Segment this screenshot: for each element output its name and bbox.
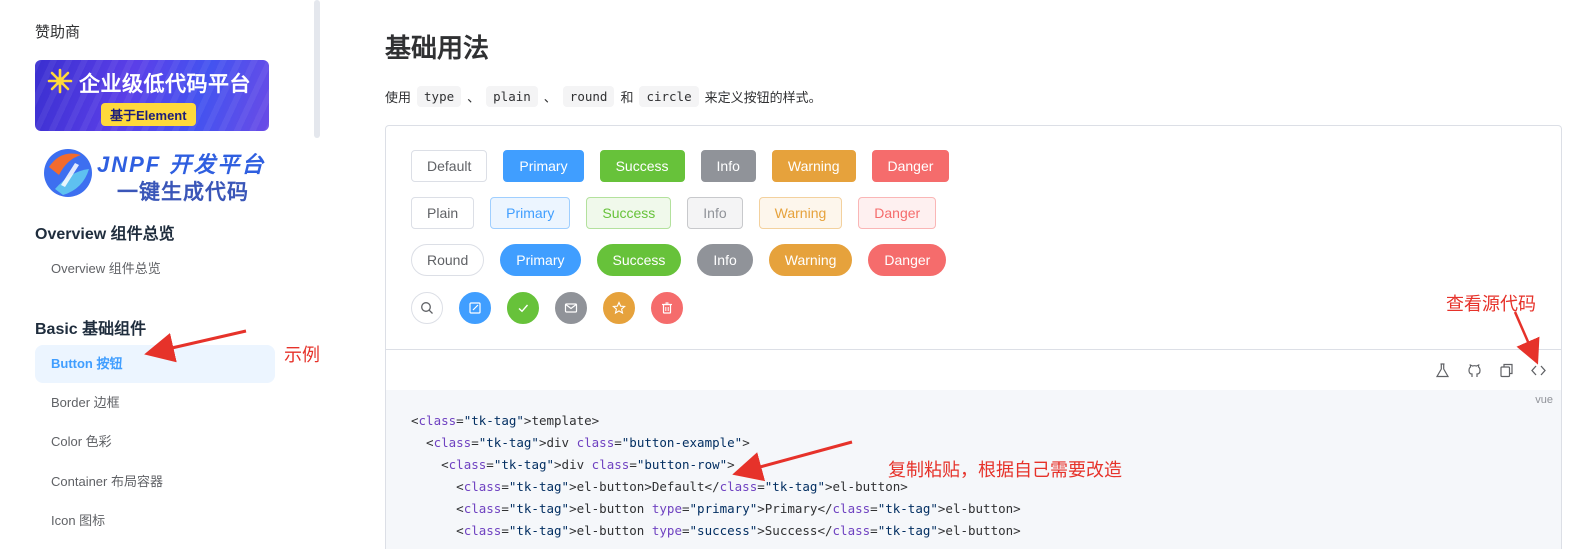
code-circle: circle <box>639 86 699 107</box>
sponsor-banner-lowcode[interactable]: 企业级低代码平台 基于Element <box>35 60 269 131</box>
desc-sep: 、 <box>467 90 481 105</box>
round-danger-button[interactable]: Danger <box>868 244 947 276</box>
round-success-button[interactable]: Success <box>596 244 682 276</box>
edit-icon <box>469 302 481 314</box>
code-line: <class="tk-tag">template> <box>411 413 600 428</box>
delete-icon <box>662 302 672 314</box>
copy-icon[interactable] <box>1498 362 1515 379</box>
annotation-copy-paste: 复制粘贴，根据自己需要改造 <box>888 460 1122 480</box>
circle-edit-button[interactable] <box>459 292 491 324</box>
round-primary-button[interactable]: Primary <box>500 244 581 276</box>
menu-group-overview: Overview 组件总览 <box>35 226 175 243</box>
plain-primary-button[interactable]: Primary <box>490 197 571 229</box>
code-line: <class="tk-tag">div class="button-exampl… <box>411 435 750 450</box>
round-warning-button[interactable]: Warning <box>768 244 853 276</box>
jnpf-subtitle: 一键生成代码 <box>117 181 249 204</box>
desc-sep: 、 <box>543 90 557 105</box>
button-row-circle <box>411 292 683 324</box>
plain-warning-button[interactable]: Warning <box>758 197 843 229</box>
demo-card: Default Primary Success Info Warning Dan… <box>385 125 1562 549</box>
plain-button[interactable]: Plain <box>411 197 475 229</box>
circle-delete-button[interactable] <box>651 292 683 324</box>
annotation-view-source: 查看源代码 <box>1446 294 1536 314</box>
code-round: round <box>562 86 615 107</box>
desc-suffix: 来定义按钮的样式。 <box>704 90 822 105</box>
code-plain: plain <box>486 86 538 107</box>
annotation-example: 示例 <box>284 345 320 365</box>
github-icon[interactable] <box>1466 362 1483 379</box>
jnpf-logo-icon <box>44 149 92 197</box>
button-row-plain: Plain Primary Success Info Warning Dange… <box>411 197 937 229</box>
round-info-button[interactable]: Info <box>697 244 753 276</box>
demo-toolbar <box>386 349 1561 390</box>
sidebar-item-overview[interactable]: Overview 组件总览 <box>35 250 275 288</box>
check-icon <box>518 304 529 313</box>
code-icon[interactable] <box>1530 362 1547 379</box>
demo-preview: Default Primary Success Info Warning Dan… <box>386 126 1561 350</box>
message-icon <box>564 303 578 313</box>
plain-danger-button[interactable]: Danger <box>858 197 937 229</box>
button-row-round: Round Primary Success Info Warning Dange… <box>411 244 947 276</box>
sidebar-item-color[interactable]: Color 色彩 <box>35 423 275 461</box>
code-lang-tag: vue <box>1535 394 1553 406</box>
default-button[interactable]: Default <box>411 150 488 182</box>
sidebar-item-button[interactable]: Button 按钮 <box>35 345 275 383</box>
primary-button[interactable]: Primary <box>503 150 584 182</box>
sidebar-item-border[interactable]: Border 边框 <box>35 384 275 422</box>
search-icon <box>421 302 433 314</box>
star-icon <box>612 301 626 315</box>
menu-group-basic: Basic 基础组件 <box>35 321 147 338</box>
sidebar-item-container[interactable]: Container 布局容器 <box>35 463 275 501</box>
sidebar-scrollbar[interactable] <box>314 0 320 138</box>
sponsor-banner-title: 企业级低代码平台 <box>79 73 251 96</box>
info-button[interactable]: Info <box>700 150 756 182</box>
playground-icon[interactable] <box>1434 362 1451 379</box>
sidebar-item-icon[interactable]: Icon 图标 <box>35 502 275 540</box>
desc-and: 和 <box>620 90 634 105</box>
circle-star-button[interactable] <box>603 292 635 324</box>
circle-search-button[interactable] <box>411 292 443 324</box>
plain-success-button[interactable]: Success <box>586 197 672 229</box>
jnpf-title: JNPF 开发平台 <box>97 152 266 177</box>
code-line: <class="tk-tag">el-button type="primary"… <box>411 501 1021 516</box>
desc-prefix: 使用 <box>385 90 412 105</box>
plain-info-button[interactable]: Info <box>687 197 743 229</box>
sparkle-icon <box>47 68 73 94</box>
sidebar: 赞助商 企业级低代码平台 基于Element JNPF 开发平台 一键生成代码 … <box>0 0 322 549</box>
round-button[interactable]: Round <box>411 244 485 276</box>
sponsor-banner-tag: 基于Element <box>101 103 196 126</box>
button-row-default: Default Primary Success Info Warning Dan… <box>411 150 950 182</box>
toolbar-icons <box>1434 362 1547 379</box>
sponsor-title: 赞助商 <box>35 24 81 41</box>
page-title: 基础用法 <box>385 33 490 63</box>
warning-button[interactable]: Warning <box>771 150 856 182</box>
danger-button[interactable]: Danger <box>871 150 950 182</box>
section-description: 使用 type 、 plain 、 round 和 circle 来定义按钮的样… <box>385 86 822 107</box>
success-button[interactable]: Success <box>599 150 685 182</box>
code-line: <class="tk-tag">el-button type="success"… <box>411 523 1021 538</box>
circle-message-button[interactable] <box>555 292 587 324</box>
sponsor-banner-jnpf[interactable]: JNPF 开发平台 一键生成代码 <box>35 141 275 204</box>
circle-check-button[interactable] <box>507 292 539 324</box>
code-type: type <box>417 86 462 107</box>
